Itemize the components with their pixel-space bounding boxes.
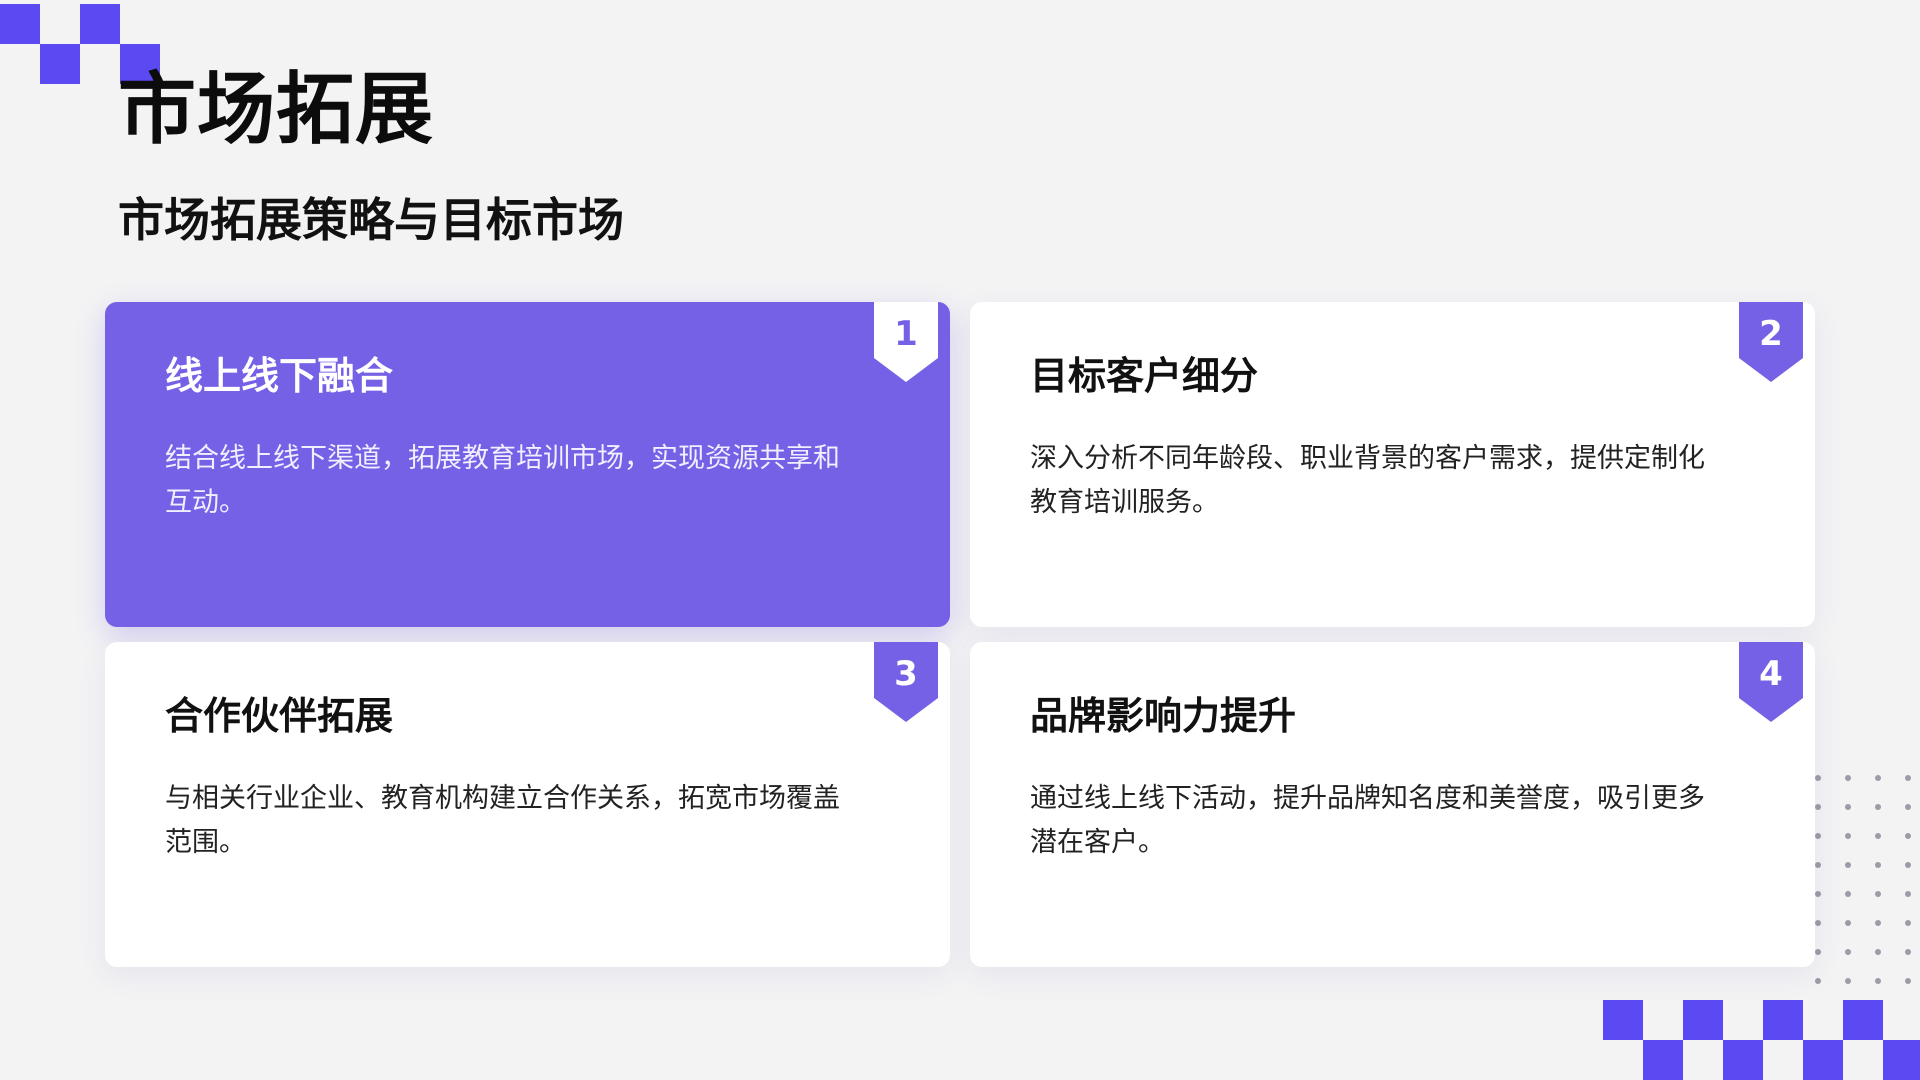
decor-dot — [1815, 862, 1821, 868]
number-badge: 1 — [874, 302, 938, 382]
strategy-card-2: 2 目标客户细分 深入分析不同年龄段、职业背景的客户需求，提供定制化教育培训服务… — [970, 302, 1815, 627]
decor-dot — [1845, 833, 1851, 839]
strategy-card-3: 3 合作伙伴拓展 与相关行业企业、教育机构建立合作关系，拓宽市场覆盖范围。 — [105, 642, 950, 967]
decor-dot — [1875, 891, 1881, 897]
decor-dot — [1815, 804, 1821, 810]
strategy-card-4: 4 品牌影响力提升 通过线上线下活动，提升品牌知名度和美誉度，吸引更多潜在客户。 — [970, 642, 1815, 967]
slide: 市场拓展 市场拓展策略与目标市场 1 线上线下融合 结合线上线下渠道，拓展教育培… — [0, 0, 1920, 1080]
decor-dot — [1815, 833, 1821, 839]
decor-square — [40, 44, 80, 84]
dot-grid-decoration — [1815, 775, 1911, 984]
decor-square — [1803, 1040, 1843, 1080]
decor-dot — [1875, 978, 1881, 984]
decor-square — [1723, 1040, 1763, 1080]
card-description: 深入分析不同年龄段、职业背景的客户需求，提供定制化教育培训服务。 — [1030, 443, 1705, 518]
page-title: 市场拓展 — [118, 65, 435, 155]
decor-dot — [1905, 891, 1911, 897]
decor-dot — [1905, 920, 1911, 926]
decor-dot — [1905, 949, 1911, 955]
decor-dot — [1875, 775, 1881, 781]
number-badge: 2 — [1739, 302, 1803, 382]
decor-dot — [1845, 949, 1851, 955]
decor-square — [1683, 1000, 1723, 1040]
card-description: 通过线上线下活动，提升品牌知名度和美誉度，吸引更多潜在客户。 — [1030, 783, 1705, 858]
decor-dot — [1845, 920, 1851, 926]
decor-dot — [1875, 833, 1881, 839]
decor-dot — [1905, 978, 1911, 984]
badge-number: 3 — [894, 654, 918, 694]
badge-number: 4 — [1759, 654, 1783, 694]
card-title: 目标客户细分 — [1030, 354, 1259, 398]
number-badge: 3 — [874, 642, 938, 722]
decor-dot — [1815, 775, 1821, 781]
decor-dot — [1905, 775, 1911, 781]
card-description: 与相关行业企业、教育机构建立合作关系，拓宽市场覆盖范围。 — [165, 783, 840, 858]
badge-number: 2 — [1759, 314, 1783, 354]
decor-dot — [1845, 804, 1851, 810]
card-description: 结合线上线下渠道，拓展教育培训市场，实现资源共享和互动。 — [165, 443, 840, 518]
decor-dot — [1905, 833, 1911, 839]
decor-dot — [1875, 920, 1881, 926]
decor-dot — [1905, 804, 1911, 810]
decor-dot — [1815, 891, 1821, 897]
decor-dot — [1815, 949, 1821, 955]
decor-square — [1763, 1000, 1803, 1040]
decor-dot — [1845, 775, 1851, 781]
card-title: 线上线下融合 — [165, 354, 394, 398]
decor-dot — [1905, 862, 1911, 868]
card-title: 合作伙伴拓展 — [165, 694, 394, 738]
decor-square — [80, 4, 120, 44]
decor-dot — [1845, 891, 1851, 897]
page-subtitle: 市场拓展策略与目标市场 — [118, 193, 624, 247]
decor-square — [1643, 1040, 1683, 1080]
card-title: 品牌影响力提升 — [1030, 694, 1297, 738]
decor-dot — [1875, 862, 1881, 868]
decor-square — [1843, 1000, 1883, 1040]
decor-dot — [1875, 949, 1881, 955]
decor-dot — [1875, 804, 1881, 810]
decor-dot — [1815, 920, 1821, 926]
decor-square — [0, 4, 40, 44]
number-badge: 4 — [1739, 642, 1803, 722]
decor-dot — [1845, 862, 1851, 868]
strategy-card-1: 1 线上线下融合 结合线上线下渠道，拓展教育培训市场，实现资源共享和互动。 — [105, 302, 950, 627]
decor-dot — [1845, 978, 1851, 984]
decor-square — [1603, 1000, 1643, 1040]
badge-number: 1 — [894, 314, 918, 354]
decor-square — [1883, 1040, 1920, 1080]
decor-dot — [1815, 978, 1821, 984]
